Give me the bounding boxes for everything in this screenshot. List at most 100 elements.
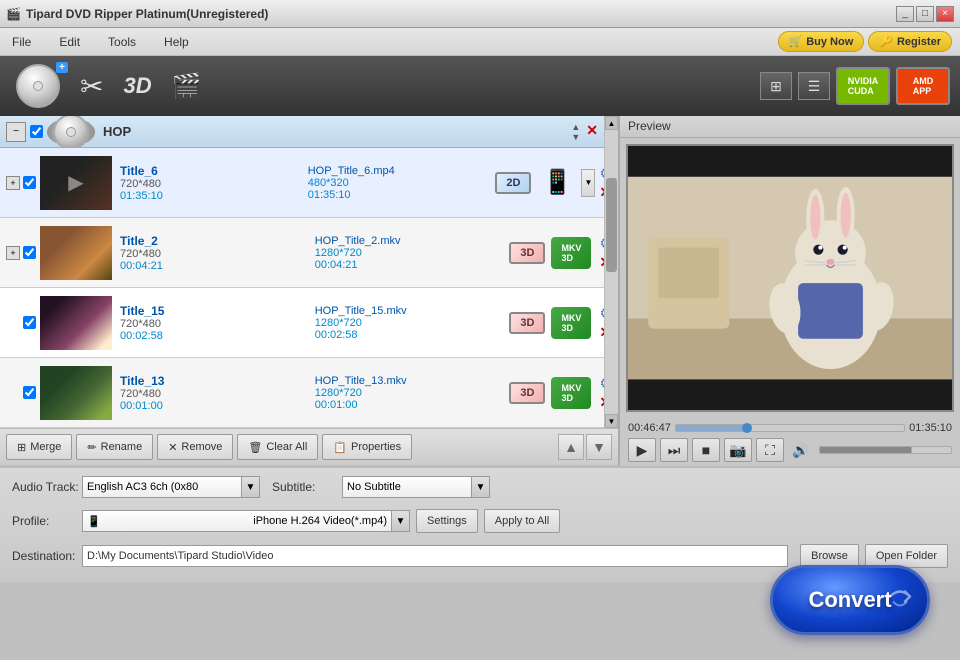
close-button[interactable]: × — [936, 6, 954, 22]
apply-to-all-button[interactable]: Apply to All — [484, 509, 560, 533]
stop-button[interactable]: ■ — [692, 438, 720, 462]
row-badge-3d-2: 3D — [509, 242, 545, 264]
row-time-4: 00:01:00 — [120, 400, 315, 412]
control-buttons: ▶ ⏭ ■ 📷 ⛶ 🔊 — [628, 438, 952, 462]
profile-select[interactable]: 📱 iPhone H.264 Video(*.mp4) — [82, 510, 392, 532]
move-up-button[interactable]: ▲ — [558, 434, 584, 460]
header-remove-button[interactable]: ✕ — [586, 122, 598, 142]
dvd-header-icon — [47, 118, 95, 146]
buy-icon: 🛒 — [789, 35, 803, 48]
mkv-3d-icon-2: MKV3D — [551, 237, 591, 269]
scrollbar-up[interactable]: ▲ — [605, 116, 618, 130]
right-panel: Preview — [620, 116, 960, 466]
video-row-4: Title_13 720*480 00:01:00 HOP_Title_13.m… — [0, 358, 618, 428]
row-time-2: 00:04:21 — [120, 260, 315, 272]
audio-track-select[interactable]: English AC3 6ch (0x80 — [82, 476, 242, 498]
fullscreen-button[interactable]: ⛶ — [756, 438, 784, 462]
effects-button[interactable]: 🎬 — [166, 68, 208, 105]
row-info-1: Title_6 720*480 01:35:10 — [120, 164, 308, 202]
list-scrollbar[interactable]: ▲ ▼ — [604, 116, 618, 428]
row-dims-1: 720*480 — [120, 178, 308, 190]
row-title-1: Title_6 — [120, 164, 308, 178]
subtitle-select-container: No Subtitle ▼ — [342, 476, 490, 498]
scrollbar-down[interactable]: ▼ — [605, 414, 618, 428]
scroll-controls[interactable]: ▲ ▼ — [571, 122, 580, 142]
menu-tools[interactable]: Tools — [104, 33, 140, 51]
menu-file[interactable]: File — [8, 33, 35, 51]
toolbar-left: + ✂ 3D 🎬 — [10, 60, 207, 112]
header-checkbox[interactable] — [30, 125, 43, 138]
list-toolbar: ⊞ Merge ✏ Rename ✕ Remove 🗑 Clear All 📋 … — [0, 428, 618, 466]
row-otime-4: 00:01:00 — [315, 399, 510, 411]
main-section: − HOP ▲ ▼ ✕ + ▶ — [0, 116, 960, 466]
grid-view-button[interactable]: ⊞ — [760, 72, 792, 100]
scrollbar-thumb[interactable] — [606, 178, 617, 272]
convert-panel: Convert — [750, 550, 950, 650]
buy-now-button[interactable]: 🛒 Buy Now — [778, 31, 865, 52]
minimize-button[interactable]: _ — [896, 6, 914, 22]
row-info-4: Title_13 720*480 00:01:00 — [120, 374, 315, 412]
destination-input[interactable] — [82, 545, 788, 567]
row-checkbox-1[interactable] — [23, 176, 36, 189]
remove-button[interactable]: ✕ Remove — [157, 434, 233, 460]
rename-button[interactable]: ✏ Rename — [76, 434, 153, 460]
profile-select-container: 📱 iPhone H.264 Video(*.mp4) ▼ — [82, 510, 410, 532]
row-format-icon-3: MKV3D — [551, 303, 591, 343]
properties-icon: 📋 — [333, 441, 347, 454]
convert-button[interactable]: Convert — [770, 565, 930, 635]
rename-icon: ✏ — [87, 441, 96, 454]
profile-dropdown[interactable]: ▼ — [392, 510, 410, 532]
row-odim-3: 1280*720 — [315, 317, 510, 329]
row-checkbox-2[interactable] — [23, 246, 36, 259]
merge-button[interactable]: ⊞ Merge — [6, 434, 72, 460]
maximize-button[interactable]: □ — [916, 6, 934, 22]
time-slider[interactable] — [675, 424, 905, 432]
menu-edit[interactable]: Edit — [55, 33, 84, 51]
screenshot-button[interactable]: 📷 — [724, 438, 752, 462]
video-row-1: + ▶ Title_6 720*480 01:35:10 HOP_Title_6… — [0, 148, 618, 218]
clear-all-button[interactable]: 🗑 Clear All — [237, 434, 318, 460]
row-checkbox-4[interactable] — [23, 386, 36, 399]
row-otime-2: 00:04:21 — [315, 259, 510, 271]
key-icon: 🔑 — [879, 35, 893, 48]
row-output-2: HOP_Title_2.mkv 1280*720 00:04:21 — [315, 235, 510, 271]
row-output-4: HOP_Title_13.mkv 1280*720 00:01:00 — [315, 375, 510, 411]
row-format-icon-4: MKV3D — [551, 373, 591, 413]
time-slider-thumb[interactable] — [742, 423, 752, 433]
properties-button[interactable]: 📋 Properties — [322, 434, 412, 460]
row-expand-2[interactable]: + — [6, 246, 20, 260]
mkv-3d-icon-4: MKV3D — [551, 377, 591, 409]
menu-bar: File Edit Tools Help 🛒 Buy Now 🔑 Registe… — [0, 28, 960, 56]
row-format-dropdown-1[interactable]: ▼ — [581, 169, 595, 197]
volume-slider[interactable] — [819, 446, 952, 454]
header-title: HOP — [103, 124, 571, 139]
header-expand[interactable]: − — [6, 122, 26, 142]
load-dvd-button[interactable]: + — [10, 60, 66, 112]
play-button[interactable]: ▶ — [628, 438, 656, 462]
row-output-3: HOP_Title_15.mkv 1280*720 00:02:58 — [315, 305, 510, 341]
destination-label: Destination: — [12, 549, 82, 563]
app-icon: 🎬 — [6, 7, 21, 21]
menu-help[interactable]: Help — [160, 33, 193, 51]
edit-button[interactable]: ✂ — [74, 66, 109, 107]
step-forward-button[interactable]: ⏭ — [660, 438, 688, 462]
subtitle-label: Subtitle: — [272, 480, 342, 494]
row-badge-2d-1: 2D — [495, 172, 531, 194]
profile-row: Profile: 📱 iPhone H.264 Video(*.mp4) ▼ S… — [12, 509, 948, 533]
toolbar-right: ⊞ ☰ NVIDIACUDA AMDAPP — [760, 67, 950, 105]
subtitle-select[interactable]: No Subtitle — [342, 476, 472, 498]
audio-track-row: Audio Track: English AC3 6ch (0x80 ▼ Sub… — [12, 476, 948, 498]
menubar-right-buttons: 🛒 Buy Now 🔑 Register — [778, 31, 953, 52]
list-view-button[interactable]: ☰ — [798, 72, 830, 100]
row-checkbox-3[interactable] — [23, 316, 36, 329]
row-expand-1[interactable]: + — [6, 176, 20, 190]
amd-badge: AMDAPP — [896, 67, 950, 105]
3d-button[interactable]: 3D — [117, 69, 157, 103]
title-bar-controls[interactable]: _ □ × — [896, 6, 954, 22]
settings-button[interactable]: Settings — [416, 509, 478, 533]
audio-track-dropdown[interactable]: ▼ — [242, 476, 260, 498]
row-otime-3: 00:02:58 — [315, 329, 510, 341]
move-down-button[interactable]: ▼ — [586, 434, 612, 460]
subtitle-dropdown[interactable]: ▼ — [472, 476, 490, 498]
register-button[interactable]: 🔑 Register — [868, 31, 952, 52]
